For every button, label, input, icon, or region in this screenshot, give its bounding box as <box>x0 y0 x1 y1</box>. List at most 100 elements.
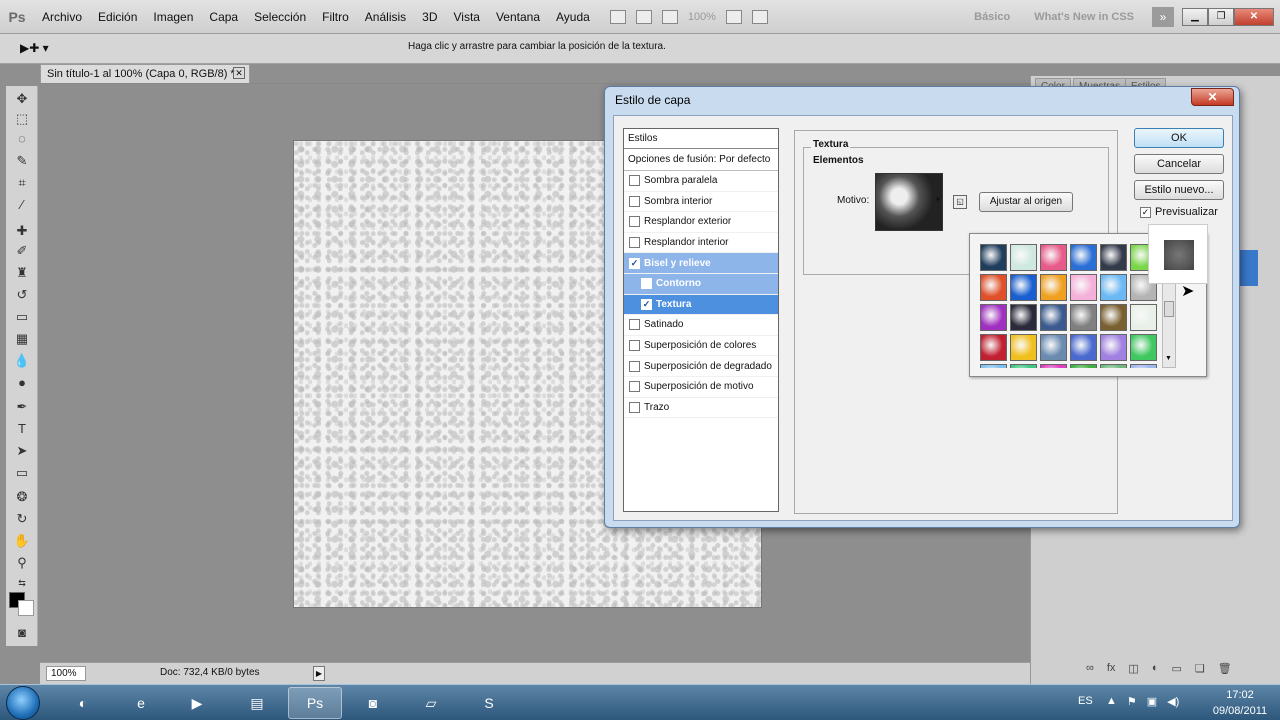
quick-selection-tool-icon[interactable]: ✎ <box>12 152 32 170</box>
pattern-swatch-item[interactable] <box>980 364 1007 368</box>
swap-colors-icon[interactable]: ⇆ <box>12 574 32 592</box>
pattern-swatch-item[interactable] <box>1100 274 1127 301</box>
pattern-swatch-item[interactable] <box>1010 304 1037 331</box>
volume-icon[interactable]: ◀) <box>1167 695 1179 708</box>
pattern-swatch-item[interactable] <box>980 334 1007 361</box>
background-color-swatch[interactable] <box>18 600 34 616</box>
menu-item-filtro[interactable]: Filtro <box>314 10 357 24</box>
style-item[interactable]: Resplandor exterior <box>624 212 778 233</box>
link-layers-icon[interactable]: ∞ <box>1086 662 1094 675</box>
style-checkbox[interactable]: ✓ <box>629 257 640 269</box>
new-preset-icon[interactable]: ◱ <box>953 195 967 209</box>
pattern-swatch-item[interactable] <box>1010 274 1037 301</box>
style-checkbox[interactable] <box>641 278 652 290</box>
add-mask-icon[interactable]: ◫ <box>1128 662 1138 675</box>
pattern-swatch-item[interactable] <box>980 274 1007 301</box>
menu-item-archivo[interactable]: Archivo <box>34 10 90 24</box>
menu-item-analisis[interactable]: Análisis <box>357 10 414 24</box>
style-checkbox[interactable] <box>629 319 640 331</box>
path-selection-tool-icon[interactable]: ➤ <box>12 442 32 460</box>
pattern-swatch-item[interactable] <box>1100 364 1127 368</box>
eyedropper-tool-icon[interactable]: ⁄ <box>12 196 32 214</box>
pattern-swatch-item[interactable] <box>1130 334 1157 361</box>
quick-mask-icon[interactable]: ◙ <box>12 624 32 642</box>
snap-to-origin-button[interactable]: Ajustar al origen <box>979 192 1073 212</box>
pattern-swatch-item[interactable] <box>980 304 1007 331</box>
menu-item-vista[interactable]: Vista <box>446 10 488 24</box>
pattern-swatch-item[interactable] <box>1040 244 1067 271</box>
pattern-swatch[interactable] <box>875 173 943 231</box>
style-item[interactable]: Superposición de motivo <box>624 377 778 398</box>
minimize-icon[interactable]: ▁ <box>1182 7 1208 26</box>
adjustment-layer-icon[interactable]: ◐ <box>1152 662 1159 675</box>
marquee-tool-icon[interactable]: ⬚ <box>12 110 32 128</box>
pattern-swatch-item[interactable] <box>1070 334 1097 361</box>
dodge-tool-icon[interactable]: ● <box>12 374 32 392</box>
action-center-icon[interactable]: ⚑ <box>1127 695 1137 708</box>
menu-item-edicion[interactable]: Edición <box>90 10 145 24</box>
style-checkbox[interactable] <box>629 237 640 249</box>
pattern-swatch-item[interactable] <box>1070 304 1097 331</box>
style-item[interactable]: Sombra interior <box>624 192 778 213</box>
fx-icon[interactable]: fx <box>1107 662 1116 675</box>
gradient-tool-icon[interactable]: ▦ <box>12 330 32 348</box>
style-checkbox[interactable]: ✓ <box>641 298 652 310</box>
pattern-swatch-item[interactable] <box>1100 244 1127 271</box>
style-item[interactable]: Contorno <box>624 273 778 295</box>
zoom-field[interactable]: 100% <box>46 666 86 681</box>
close-icon[interactable]: ✕ <box>233 67 245 79</box>
style-item[interactable]: Sombra paralela <box>624 171 778 192</box>
style-item[interactable]: Trazo <box>624 398 778 419</box>
show-hidden-icons-icon[interactable]: ▲ <box>1106 695 1117 708</box>
pattern-swatch-item[interactable] <box>1040 274 1067 301</box>
crop-tool-icon[interactable]: ⌗ <box>12 174 32 192</box>
style-item[interactable]: ✓ Textura <box>624 294 778 316</box>
style-checkbox[interactable] <box>629 175 640 187</box>
menu-item-imagen[interactable]: Imagen <box>145 10 201 24</box>
type-tool-icon[interactable]: T <box>12 420 32 438</box>
taskbar-internet-explorer-icon[interactable]: e <box>114 687 168 719</box>
new-style-button[interactable]: Estilo nuevo... <box>1134 180 1224 200</box>
shape-tool-icon[interactable]: ▭ <box>12 464 32 482</box>
taskbar-explorer-icon[interactable]: ▤ <box>230 687 284 719</box>
menu-item-3d[interactable]: 3D <box>414 10 445 24</box>
menu-item-ventana[interactable]: Ventana <box>488 10 548 24</box>
preview-checkbox[interactable]: ✓ <box>1140 206 1151 218</box>
style-checkbox[interactable] <box>629 401 640 413</box>
hand-tool-icon[interactable]: ✋ <box>12 532 32 550</box>
pattern-swatch-item[interactable] <box>1100 334 1127 361</box>
bridge-icon[interactable] <box>609 9 626 24</box>
taskbar-camera-icon[interactable]: ◙ <box>346 687 400 719</box>
style-item[interactable]: Resplandor interior <box>624 233 778 254</box>
arrange-documents-icon[interactable] <box>725 9 742 24</box>
language-indicator[interactable]: ES <box>1078 695 1093 707</box>
taskbar-app-icon[interactable]: ▱ <box>404 687 458 719</box>
brush-tool-icon[interactable]: ✐ <box>12 242 32 260</box>
menu-item-ayuda[interactable]: Ayuda <box>548 10 598 24</box>
workspace-whats-new-css[interactable]: What's New in CSS <box>1022 11 1146 23</box>
scroll-thumb[interactable] <box>1164 301 1174 317</box>
view-extras-icon[interactable] <box>661 9 678 24</box>
clock-time[interactable]: 17:02 <box>1216 689 1264 701</box>
tool-preset-picker[interactable]: ▶✚ ▾ <box>20 41 49 55</box>
start-button[interactable] <box>6 686 40 720</box>
pattern-swatch-item[interactable] <box>980 244 1007 271</box>
cancel-button[interactable]: Cancelar <box>1134 154 1224 174</box>
style-item[interactable]: ✓ Bisel y relieve <box>624 253 778 274</box>
taskbar-photoshop-icon[interactable]: Ps <box>288 687 342 719</box>
style-checkbox[interactable] <box>629 381 640 393</box>
dialog-close-icon[interactable]: ✕ <box>1191 88 1234 106</box>
pattern-swatch-item[interactable] <box>1010 334 1037 361</box>
healing-brush-tool-icon[interactable]: ✚ <box>12 222 32 240</box>
taskbar-media-player-icon[interactable]: ▶ <box>170 687 224 719</box>
style-checkbox[interactable] <box>629 340 640 352</box>
pattern-swatch-item[interactable] <box>1010 364 1037 368</box>
ok-button[interactable]: OK <box>1134 128 1224 148</box>
pattern-swatch-item[interactable] <box>1040 304 1067 331</box>
new-layer-icon[interactable]: ❏ <box>1195 662 1205 675</box>
pattern-swatch-item[interactable] <box>1070 274 1097 301</box>
pattern-swatch-item[interactable] <box>1040 334 1067 361</box>
style-item[interactable]: Superposición de degradado <box>624 356 778 377</box>
menu-item-capa[interactable]: Capa <box>201 10 246 24</box>
style-item[interactable]: Superposición de colores <box>624 336 778 357</box>
